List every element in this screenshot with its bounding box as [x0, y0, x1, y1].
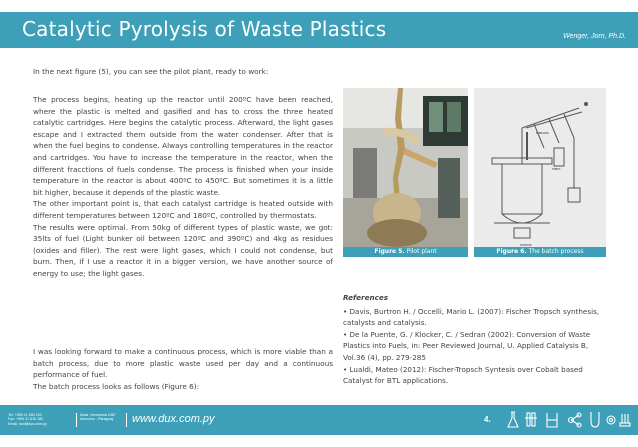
flask-icon [507, 411, 519, 428]
reference-item: • Davis, Burtron H. / Occelli, Mario L. … [343, 306, 600, 328]
paragraph-cartridges: The other important point is, that each … [33, 199, 333, 220]
website-link[interactable]: www.dux.com.py [132, 413, 215, 425]
intro-text: In the next figure (5), you can see the … [33, 66, 333, 78]
gear-icon [606, 415, 616, 425]
figure-6-diagram: MMDIMS MMDI DMDMS [474, 88, 606, 256]
footer-city: Asunción - Paraguay [80, 417, 114, 422]
footer: Tel. +595 21 280 153 Fax: +595 21 616 18… [0, 405, 638, 435]
footer-contact: Tel. +595 21 280 153 Fax: +595 21 616 18… [8, 413, 72, 426]
figure-6-label: Figure 6. [496, 248, 527, 255]
footer-email: Email: dux@dux.com.py [8, 421, 47, 426]
beaker-icon [546, 413, 558, 428]
footer-address: Avda. Venezuela 2487 Asunción - Paraguay [80, 413, 120, 422]
figure-5-caption: Figure 5. Pilot plant [343, 247, 468, 257]
references: References • Davis, Burtron H. / Occelli… [343, 292, 605, 387]
figure-5-photo [343, 88, 468, 256]
paragraph-continuous: I was looking forward to make a continuo… [33, 347, 333, 380]
paragraph-results: The results were optimal. From 50kg of d… [33, 222, 333, 278]
svg-text:MMDIMS: MMDIMS [536, 131, 549, 135]
intro-paragraph: In the next figure (5), you can see the … [33, 67, 269, 76]
batch-process-diagram: MMDIMS MMDI DMDMS [491, 102, 588, 247]
page-number: 4. [484, 415, 491, 424]
figure-5-text: Pilot plant [406, 248, 437, 255]
figure-6-caption: Figure 6. The batch process [474, 247, 606, 257]
footer-lab-icons [507, 411, 631, 428]
main-text: The process begins, heating up the react… [33, 94, 333, 280]
footer-divider [126, 413, 127, 427]
closing-text: I was looking forward to make a continuo… [33, 346, 333, 392]
test-tubes-icon [525, 412, 537, 427]
molecule-icon [567, 412, 582, 428]
reference-item: • De la Puente, G. / Klocker, C. / Sedra… [343, 329, 591, 362]
paragraph-batch: The batch process looks as follows (Figu… [33, 381, 200, 391]
reference-item: • Lualdi, Mateo (2012): Fischer-Tropsch … [343, 364, 583, 386]
figure-6-text: The batch process [528, 248, 584, 255]
dropper-icon [590, 412, 600, 428]
references-title: References [343, 293, 389, 302]
tube-rack-icon [619, 414, 631, 427]
author: Wenger, Jorn, Ph.D. [563, 33, 626, 40]
svg-text:MMDI: MMDI [552, 167, 560, 171]
paragraph-process: The process begins, heating up the react… [33, 95, 333, 197]
figure-5-label: Figure 5. [374, 248, 405, 255]
footer-divider [76, 413, 77, 427]
page: Catalytic Pyrolysis of Waste Plastics We… [0, 0, 638, 447]
page-title: Catalytic Pyrolysis of Waste Plastics [22, 17, 387, 41]
title-banner: Catalytic Pyrolysis of Waste Plastics We… [0, 12, 638, 48]
pilot-plant-photo [343, 88, 468, 256]
